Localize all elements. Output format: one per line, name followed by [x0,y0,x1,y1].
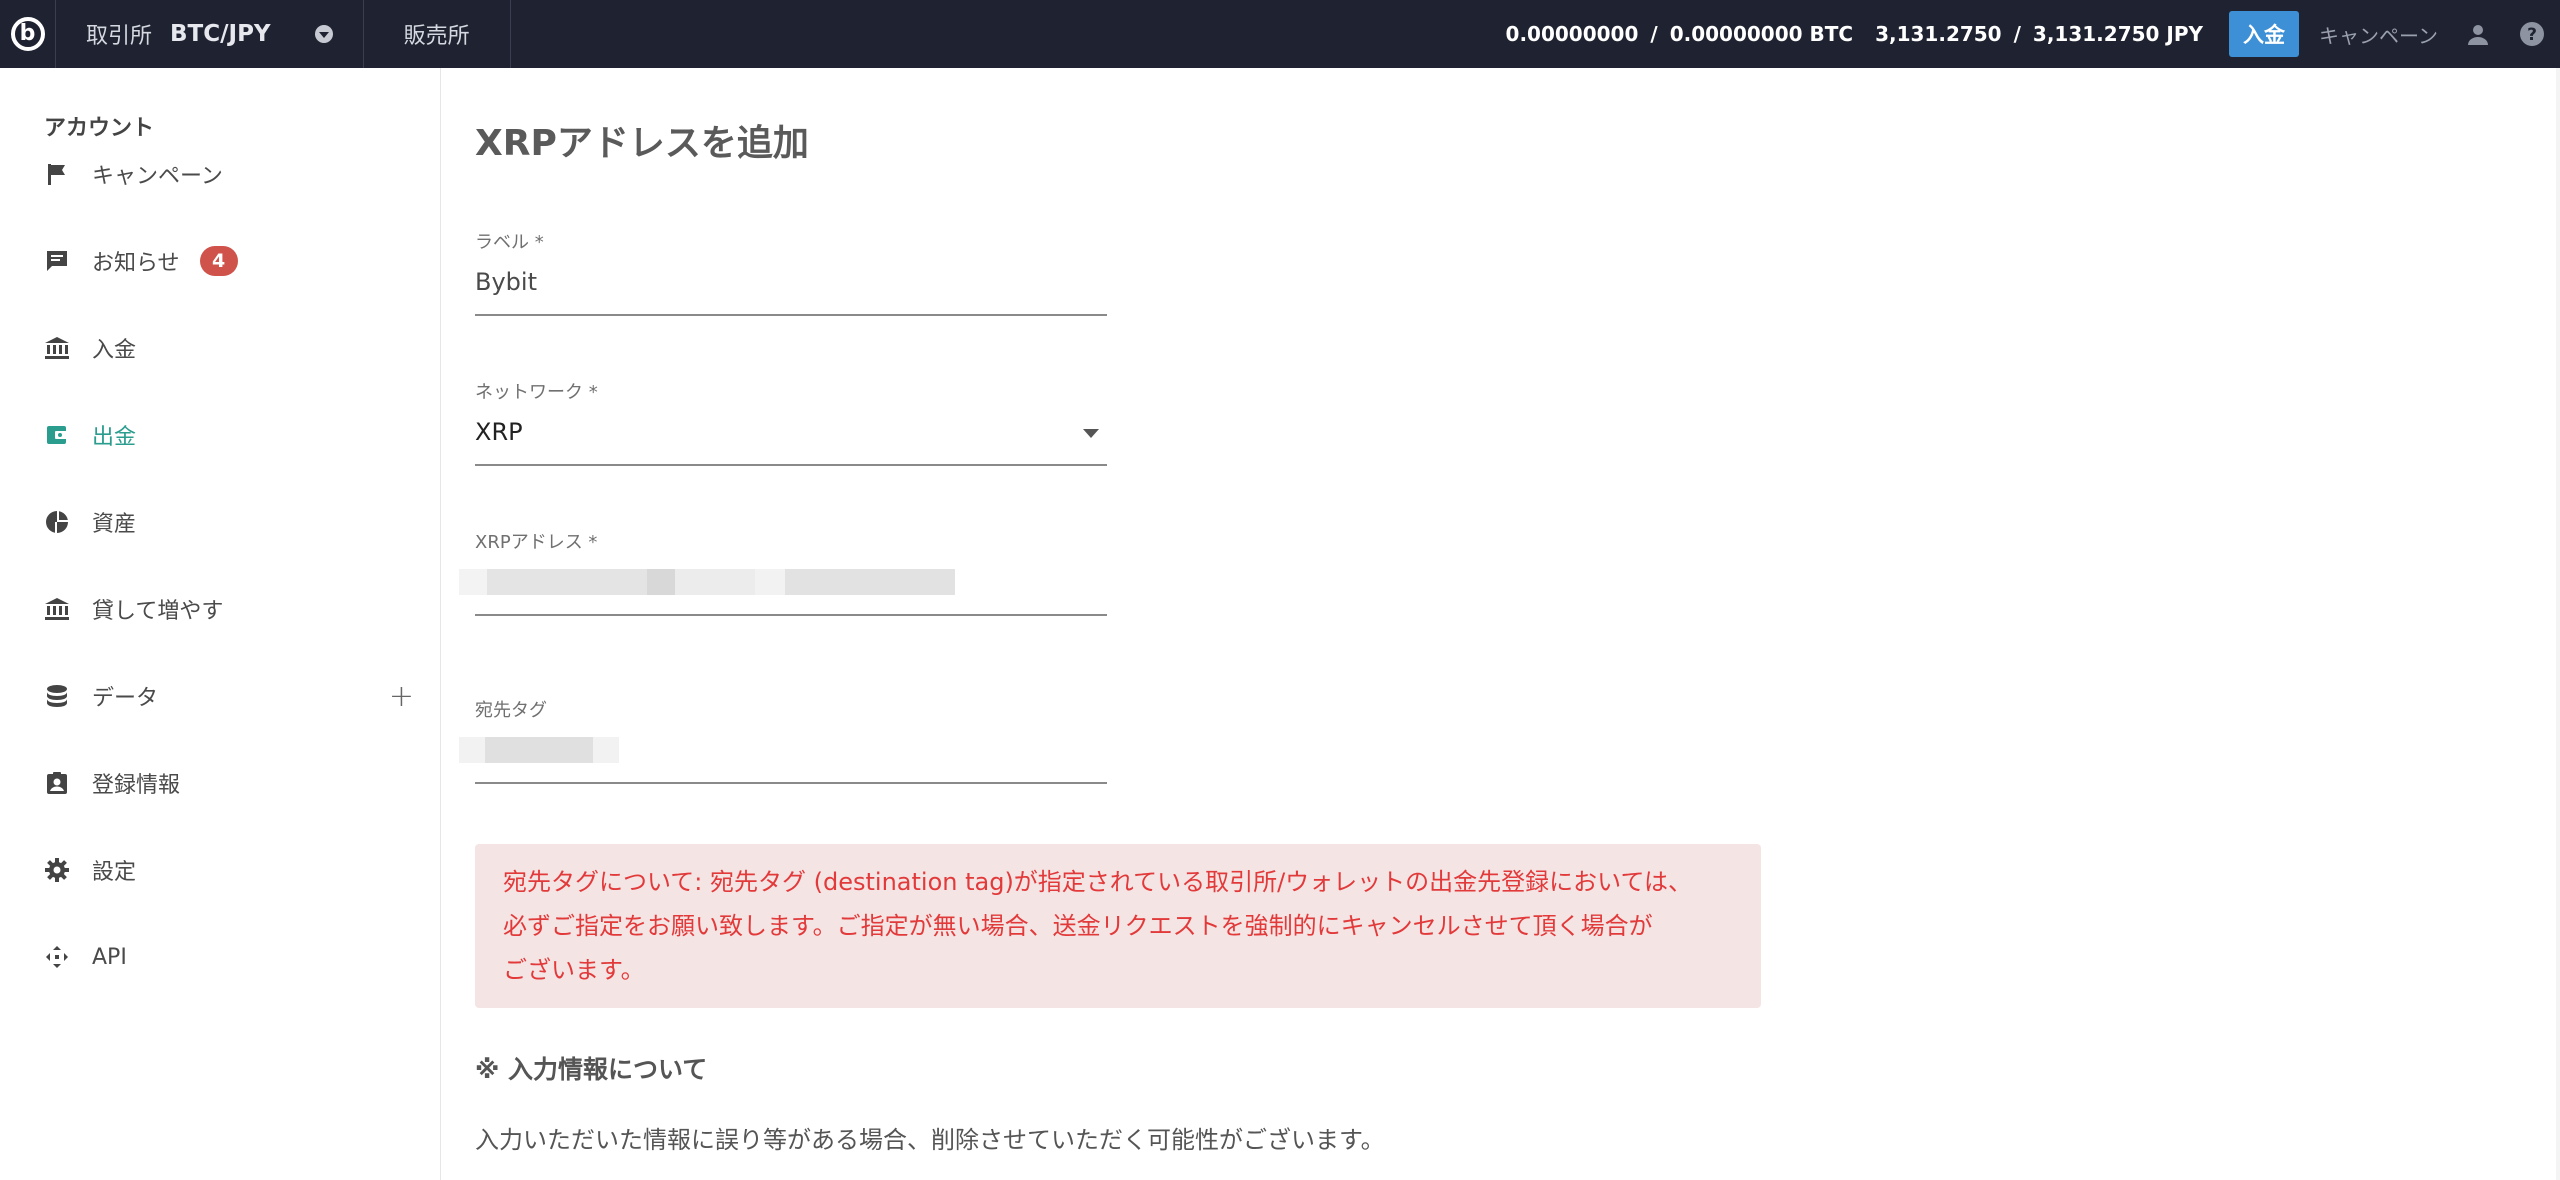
sidebar-item-label: 資産 [92,512,137,537]
btc-total: 0.00000000 BTC [1669,22,1854,46]
balance-summary: 0.00000000 / 0.00000000 BTC 3,131.2750 /… [1498,22,2211,46]
sidebar-item-notifications[interactable]: お知らせ 4 [44,237,424,285]
btc-available: 0.00000000 [1505,22,1639,46]
destination-tag-alert: 宛先タグについて: 宛先タグ (destination tag)が指定されている… [475,844,1761,1008]
gear-icon [44,857,70,883]
jpy-available: 3,131.2750 [1875,22,2002,46]
help-icon[interactable]: ? [2518,20,2546,48]
api-icon [44,944,70,970]
notes-body: 入力いただいた情報に誤り等がある場合、削除させていただく可能性がございます。 [475,1126,1385,1154]
page-title: XRPアドレスを追加 [475,123,809,164]
chevron-down-icon[interactable] [314,25,333,43]
main-content: XRPアドレスを追加 ラベル * Bybit ネットワーク * XRP XRPア… [442,68,2560,1180]
top-bar: b 取引所 BTC/JPY 販売所 0.00000000 / 0.0000000… [0,0,2560,68]
sidebar-item-label: 入金 [92,338,137,363]
destination-tag-field-label: 宛先タグ [475,700,547,721]
bank-icon [44,596,70,622]
flag-icon [44,161,70,187]
exchange-label: 取引所 [86,24,153,49]
sidebar-item-label: 設定 [92,860,137,885]
sidebar-item-assets[interactable]: 資産 [44,498,424,546]
database-icon [44,683,70,709]
store-link[interactable]: 販売所 [364,0,511,68]
badge-icon [44,770,70,796]
alert-line: 宛先タグについて: 宛先タグ (destination tag)が指定されている… [503,868,1692,896]
wallet-icon [44,422,70,448]
label-field-label: ラベル * [475,232,544,253]
sidebar-item-api[interactable]: API [44,933,424,981]
sidebar-item-label: 出金 [92,425,137,450]
redacted-address [459,569,955,595]
sidebar-title: アカウント [44,116,155,141]
alert-line: 必ずご指定をお願い致します。ご指定が無い場合、送金リクエストを強制的にキャンセル… [503,912,1653,940]
logo[interactable]: b [0,0,56,68]
network-field-label: ネットワーク * [475,382,598,403]
svg-text:?: ? [2527,25,2537,45]
scrollbar[interactable] [2556,68,2560,1180]
notes-title: ※ 入力情報について [475,1055,708,1084]
sidebar-item-profile[interactable]: 登録情報 [44,759,424,807]
network-select[interactable]: ネットワーク * XRP [475,378,1107,466]
balance-separator: / [1650,22,1658,46]
message-icon [44,248,70,274]
sidebar: アカウント キャンペーン お知らせ 4 入金 出金 資産 貸して増やす データ … [0,68,441,1180]
sidebar-item-deposit[interactable]: 入金 [44,324,424,372]
deposit-button[interactable]: 入金 [2229,11,2299,57]
pie-chart-icon [44,509,70,535]
sidebar-item-campaign[interactable]: キャンペーン [44,150,424,198]
destination-tag-field[interactable]: 宛先タグ [459,696,1107,784]
campaign-link[interactable]: キャンペーン [2319,20,2438,49]
sidebar-item-label: 登録情報 [92,773,181,798]
destination-tag-input[interactable] [459,732,1107,784]
pair-label: BTC/JPY [170,21,271,47]
xrp-address-field[interactable]: XRPアドレス * [459,528,1107,616]
xrp-address-field-label: XRPアドレス * [475,532,598,553]
notification-count-badge: 4 [199,246,238,276]
store-label: 販売所 [403,24,470,49]
xrp-address-input[interactable] [459,564,1107,616]
alert-line: ございます。 [503,956,645,984]
sidebar-item-label: データ [92,686,159,711]
sidebar-item-lending[interactable]: 貸して増やす [44,585,424,633]
sidebar-item-label: お知らせ [92,251,180,276]
sidebar-item-withdraw[interactable]: 出金 [44,411,424,459]
jpy-total: 3,131.2750 JPY [2032,22,2203,46]
chevron-down-icon[interactable] [1083,429,1099,438]
sidebar-item-settings[interactable]: 設定 [44,846,424,894]
network-select-value[interactable]: XRP [475,414,1107,466]
sidebar-item-label: API [92,944,127,970]
sidebar-item-label: 貸して増やす [92,599,224,624]
sidebar-item-label: キャンペーン [92,164,223,189]
label-field[interactable]: ラベル * Bybit [475,228,1107,316]
sidebar-item-data[interactable]: データ + [44,672,424,720]
bank-icon [44,335,70,361]
balance-separator: / [2013,22,2021,46]
label-input[interactable]: Bybit [475,264,1107,316]
user-icon[interactable] [2464,20,2492,48]
exchange-market-selector[interactable]: 取引所 BTC/JPY [56,0,364,68]
logo-mark: b [10,17,45,51]
redacted-tag [459,737,619,763]
expand-plus-icon[interactable]: + [389,679,414,714]
